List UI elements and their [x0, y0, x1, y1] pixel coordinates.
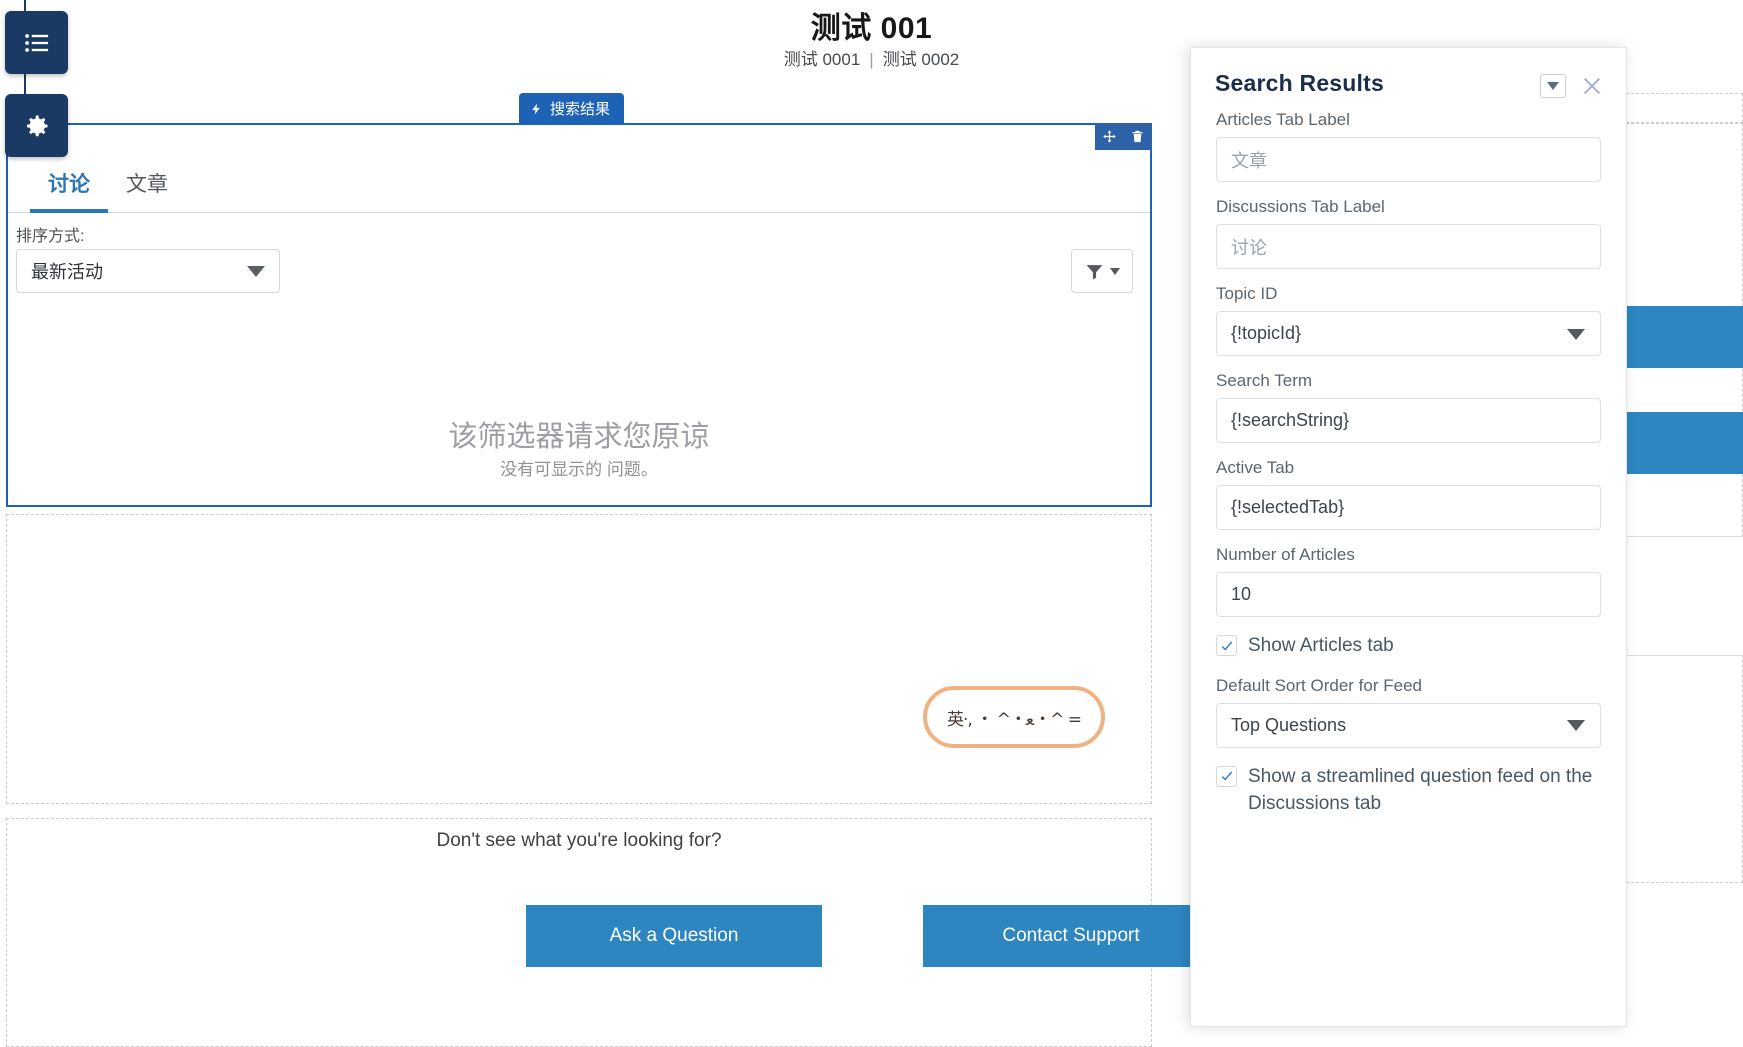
empty-state-headline: 该筛选器请求您原谅	[448, 421, 710, 453]
kaomoji-sticker: 英·, ・ ^・ﻌ・^ =	[923, 686, 1105, 748]
move-arrows-icon[interactable]	[1102, 129, 1117, 144]
settings-button[interactable]	[5, 94, 68, 157]
page-title: 测试 001	[810, 12, 933, 45]
component-toolbar	[1095, 123, 1152, 150]
component-tabs: 讨论 文章	[8, 152, 1150, 213]
default-sort-order-select[interactable]: Top Questions	[1216, 702, 1601, 748]
field-discussions-tab-label: Discussions Tab Label 讨论	[1216, 197, 1601, 269]
trash-icon[interactable]	[1130, 129, 1145, 144]
close-icon	[1583, 77, 1601, 95]
field-label: Discussions Tab Label	[1216, 197, 1385, 216]
field-number-of-articles: Number of Articles 10	[1216, 545, 1601, 617]
search-results-component[interactable]: 讨论 文章 排序方式: 最新活动 该筛选器请求您原谅 没有可显示的 问题。	[6, 123, 1152, 507]
field-topic-id: Topic ID {!topicId}	[1216, 284, 1601, 356]
articles-tab-label-input[interactable]: 文章	[1216, 137, 1601, 182]
chevron-down-icon	[1547, 82, 1559, 90]
component-badge[interactable]: 搜索结果	[519, 93, 625, 124]
chevron-down-icon	[247, 265, 265, 277]
search-term-input[interactable]: {!searchString}	[1216, 398, 1601, 443]
number-of-articles-input[interactable]: 10	[1216, 572, 1601, 617]
kaomoji-sticker-text: 英·, ・ ^・ﻌ・^ =	[947, 709, 1082, 730]
checkbox-label: Show a streamlined question feed on the …	[1248, 765, 1593, 815]
chevron-down-icon	[1567, 720, 1585, 732]
tab-discussions[interactable]: 讨论	[30, 152, 108, 213]
list-icon	[24, 33, 48, 52]
component-properties-panel: Search Results Articles Tab Label 文章 Dis…	[1190, 47, 1627, 1027]
breadcrumb-item-1[interactable]: 测试 0001	[784, 50, 861, 69]
tab-articles[interactable]: 文章	[108, 152, 186, 213]
contact-support-button[interactable]: Contact Support	[923, 905, 1219, 967]
chevron-down-icon	[1110, 267, 1120, 275]
rail-connector-mid	[24, 74, 26, 96]
breadcrumb-separator: |	[869, 50, 874, 69]
discussions-tab-label-input[interactable]: 讨论	[1216, 224, 1601, 269]
field-active-tab: Active Tab {!selectedTab}	[1216, 458, 1601, 530]
sort-select[interactable]: 最新活动	[16, 249, 280, 293]
sort-label: 排序方式:	[16, 228, 85, 245]
checkbox-show-articles-tab[interactable]: Show Articles tab	[1216, 632, 1601, 660]
empty-state-subtext: 没有可显示的 问题。	[500, 460, 658, 479]
field-label: Number of Articles	[1216, 545, 1355, 564]
gear-icon	[26, 115, 47, 136]
pages-menu-button[interactable]	[5, 11, 68, 74]
panel-close-button[interactable]	[1580, 74, 1604, 98]
active-tab-input[interactable]: {!selectedTab}	[1216, 485, 1601, 530]
field-label: Active Tab	[1216, 458, 1295, 477]
funnel-icon	[1086, 264, 1103, 279]
builder-canvas: 测试 001 测试 0001 | 测试 0002 搜索结果 讨论 文章 排序方式: …	[0, 0, 1743, 1047]
field-label: Default Sort Order for Feed	[1216, 675, 1422, 695]
default-sort-order-value: Top Questions	[1231, 714, 1347, 735]
sort-select-value: 最新活动	[31, 262, 103, 282]
checkbox-streamlined-feed[interactable]: Show a streamlined question feed on the …	[1216, 763, 1601, 818]
content-region-sticker	[6, 514, 1152, 804]
checkbox-box[interactable]	[1216, 635, 1237, 656]
field-label: Articles Tab Label	[1216, 110, 1350, 129]
breadcrumb-item-2[interactable]: 测试 0002	[883, 50, 960, 69]
ask-question-button[interactable]: Ask a Question	[526, 905, 822, 967]
checkbox-box[interactable]	[1216, 765, 1237, 787]
check-icon	[1221, 640, 1232, 651]
checkbox-label: Show Articles tab	[1248, 635, 1394, 656]
chevron-down-icon	[1567, 328, 1585, 340]
field-default-sort-order: Default Sort Order for Feed Top Question…	[1216, 676, 1601, 748]
panel-title: Search Results	[1215, 70, 1384, 96]
panel-header-actions	[1540, 70, 1604, 98]
panel-header: Search Results	[1191, 48, 1626, 110]
lightning-bolt-icon	[532, 103, 540, 114]
field-search-term: Search Term {!searchString}	[1216, 371, 1601, 443]
field-label: Topic ID	[1216, 284, 1278, 303]
field-label: Search Term	[1216, 371, 1313, 390]
filter-button[interactable]	[1071, 249, 1133, 293]
check-icon	[1221, 771, 1232, 781]
field-articles-tab-label: Articles Tab Label 文章	[1216, 110, 1601, 182]
cta-prompt: Don't see what you're looking for?	[436, 830, 722, 851]
topic-id-value: {!topicId}	[1231, 323, 1302, 343]
topic-id-select[interactable]: {!topicId}	[1216, 311, 1601, 356]
panel-collapse-button[interactable]	[1540, 74, 1566, 98]
component-badge-label: 搜索结果	[550, 101, 611, 118]
panel-body: Articles Tab Label 文章 Discussions Tab La…	[1191, 110, 1626, 854]
